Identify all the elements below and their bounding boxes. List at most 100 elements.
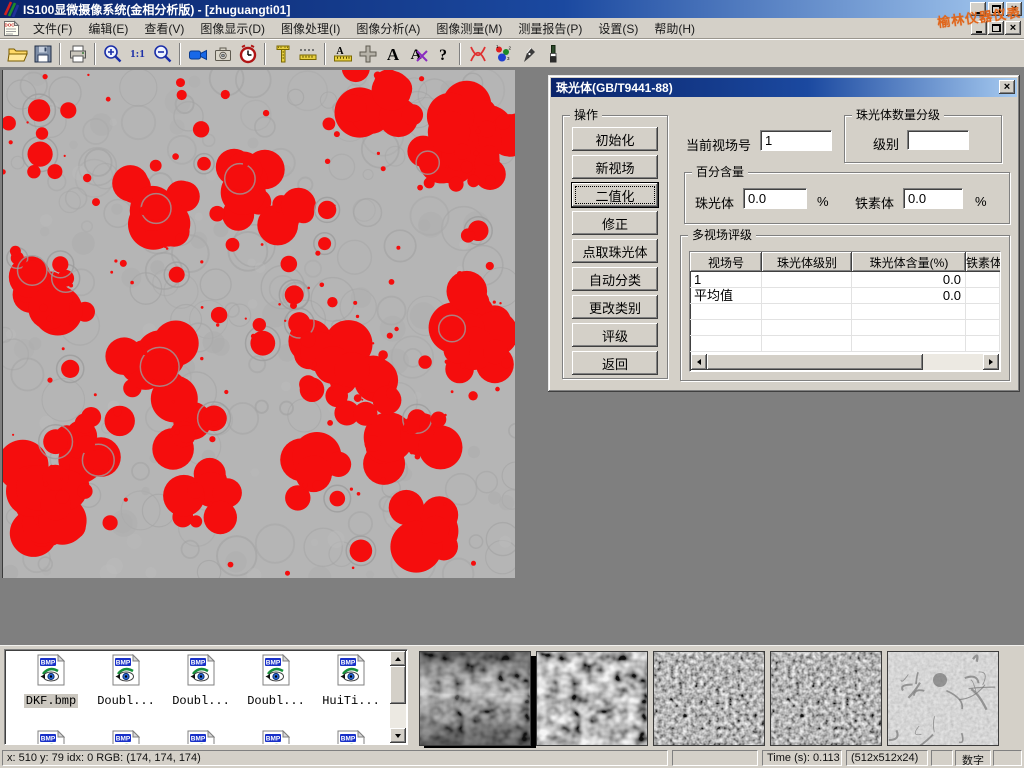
menu-item-view[interactable]: 查看(V): [136, 17, 192, 40]
app-window: IS100显微摄像系统(金相分析版) - [zhuguangti01] × 榆林…: [0, 0, 1024, 768]
menu-item-image-process[interactable]: 图像处理(I): [273, 17, 348, 40]
col-grade[interactable]: 珠光体级别: [762, 252, 852, 272]
col-field[interactable]: 视场号: [690, 252, 762, 272]
pearlite-input[interactable]: [743, 188, 807, 209]
file-item[interactable]: [165, 730, 237, 745]
scroll-down-button[interactable]: [390, 728, 406, 743]
timer-clock-icon: [237, 43, 259, 65]
thumbnail-3[interactable]: [653, 651, 765, 746]
menu-item-settings[interactable]: 设置(S): [590, 17, 646, 40]
change-class-button[interactable]: 更改类别: [572, 295, 658, 319]
caliper-measure-button[interactable]: [270, 41, 295, 66]
scroll-thumb[interactable]: [390, 666, 406, 704]
classify-button[interactable]: 1 2 3: [490, 41, 515, 66]
menu-item-report[interactable]: 测量报告(P): [510, 17, 590, 40]
move-button[interactable]: [355, 41, 380, 66]
file-item[interactable]: [315, 730, 387, 745]
print-button[interactable]: [65, 41, 90, 66]
mdi-close-icon: ×: [1010, 23, 1016, 34]
scroll-thumb[interactable]: [707, 354, 923, 370]
auto-classify-button[interactable]: 自动分类: [572, 267, 658, 291]
menu-item-edit[interactable]: 编辑(E): [80, 17, 136, 40]
timer-button[interactable]: [235, 41, 260, 66]
operation-group: 操作 初始化 新视场 二值化 修正 点取珠光体 自动分类 更改类别 评级 返回: [562, 115, 668, 379]
file-item[interactable]: [15, 730, 87, 745]
pick-pearlite-button[interactable]: 点取珠光体: [572, 239, 658, 263]
bmp-file-icon: [112, 730, 140, 745]
file-item[interactable]: DKF.bmp: [15, 654, 87, 709]
text-button[interactable]: A: [380, 41, 405, 66]
binarize-button[interactable]: 二值化: [572, 183, 658, 207]
zoom-in-icon: [102, 43, 124, 65]
cell: 1: [690, 272, 762, 288]
thumbnail-4[interactable]: [770, 651, 882, 746]
operation-group-label: 操作: [570, 108, 602, 122]
help-button[interactable]: ?: [430, 41, 455, 66]
menu-item-image-display[interactable]: 图像显示(D): [192, 17, 273, 40]
menu-item-image-analysis[interactable]: 图像分析(A): [348, 17, 428, 40]
menu-item-image-measure[interactable]: 图像测量(M): [428, 17, 510, 40]
file-item[interactable]: [240, 730, 312, 745]
menu-item-file[interactable]: 文件(F): [25, 17, 80, 40]
table-row[interactable]: 平均值 0.0: [690, 288, 1000, 304]
col-ferrite[interactable]: 铁素体: [966, 252, 1001, 272]
file-item[interactable]: HuiTi...: [315, 654, 387, 709]
annotate-button[interactable]: A: [330, 41, 355, 66]
scroll-left-button[interactable]: [691, 354, 707, 370]
save-button[interactable]: [30, 41, 55, 66]
actual-size-button[interactable]: 1:1: [125, 41, 150, 66]
bmp-file-icon: [112, 654, 140, 686]
document-icon[interactable]: DOC: [3, 20, 20, 37]
correct-button[interactable]: 修正: [572, 211, 658, 235]
table-row[interactable]: 1 0.0: [690, 272, 1000, 288]
svg-text:A: A: [336, 46, 344, 57]
text-delete-button[interactable]: A: [405, 41, 430, 66]
photo-capture-button[interactable]: [210, 41, 235, 66]
pick-button[interactable]: [515, 41, 540, 66]
file-item[interactable]: Doubl...: [240, 654, 312, 709]
thumbnail-2[interactable]: [536, 651, 648, 746]
caliper-vertical-icon: [272, 43, 294, 65]
percent-group: 百分含量 珠光体 % 铁素体 %: [684, 172, 1010, 224]
thumbnail-5[interactable]: [887, 651, 999, 746]
current-field-input[interactable]: [760, 130, 832, 151]
rating-table: 视场号 珠光体级别 珠光体含量(%) 铁素体 1 0.0 平均值: [689, 251, 1001, 372]
mdi-close-button[interactable]: ×: [1005, 21, 1021, 35]
title-bar[interactable]: IS100显微摄像系统(金相分析版) - [zhuguangti01] ×: [0, 0, 1024, 18]
scroll-up-button[interactable]: [390, 651, 406, 666]
col-content[interactable]: 珠光体含量(%): [852, 252, 966, 272]
open-button[interactable]: [5, 41, 30, 66]
init-button[interactable]: 初始化: [572, 127, 658, 151]
file-name: Doubl...: [170, 694, 232, 708]
table-row-empty: [690, 320, 1000, 336]
reject-curve-button[interactable]: [465, 41, 490, 66]
video-capture-button[interactable]: [185, 41, 210, 66]
save-floppy-icon: [32, 43, 54, 65]
zoom-out-button[interactable]: [150, 41, 175, 66]
return-button[interactable]: 返回: [572, 351, 658, 375]
scroll-right-button[interactable]: [983, 354, 999, 370]
workspace: 珠光体(GB/T9441-88) × 操作 初始化 新视场 二值化 修正 点取珠…: [0, 68, 1024, 645]
zoom-in-button[interactable]: [100, 41, 125, 66]
grade-input[interactable]: [907, 130, 969, 150]
file-vscrollbar[interactable]: [390, 651, 406, 743]
menu-bar: DOC 文件(F) 编辑(E) 查看(V) 图像显示(D) 图像处理(I) 图像…: [0, 18, 1024, 39]
text-delete-icon: A: [407, 43, 429, 65]
ferrite-input[interactable]: [903, 188, 963, 209]
thumbnail-1[interactable]: [419, 651, 531, 746]
menu-item-help[interactable]: 帮助(H): [646, 17, 703, 40]
file-item[interactable]: Doubl...: [90, 654, 162, 709]
camera-icon: [212, 43, 234, 65]
zoom-out-icon: [152, 43, 174, 65]
table-hscrollbar[interactable]: [691, 354, 999, 370]
line-measure-button[interactable]: [295, 41, 320, 66]
new-field-button[interactable]: 新视场: [572, 155, 658, 179]
file-item[interactable]: Doubl...: [165, 654, 237, 709]
brush-button[interactable]: [540, 41, 565, 66]
micrograph-image[interactable]: [2, 70, 515, 578]
svg-text:3: 3: [507, 56, 510, 61]
dialog-title-bar[interactable]: 珠光体(GB/T9441-88) ×: [551, 78, 1017, 97]
file-item[interactable]: [90, 730, 162, 745]
dialog-close-button[interactable]: ×: [999, 80, 1015, 94]
rate-button[interactable]: 评级: [572, 323, 658, 347]
